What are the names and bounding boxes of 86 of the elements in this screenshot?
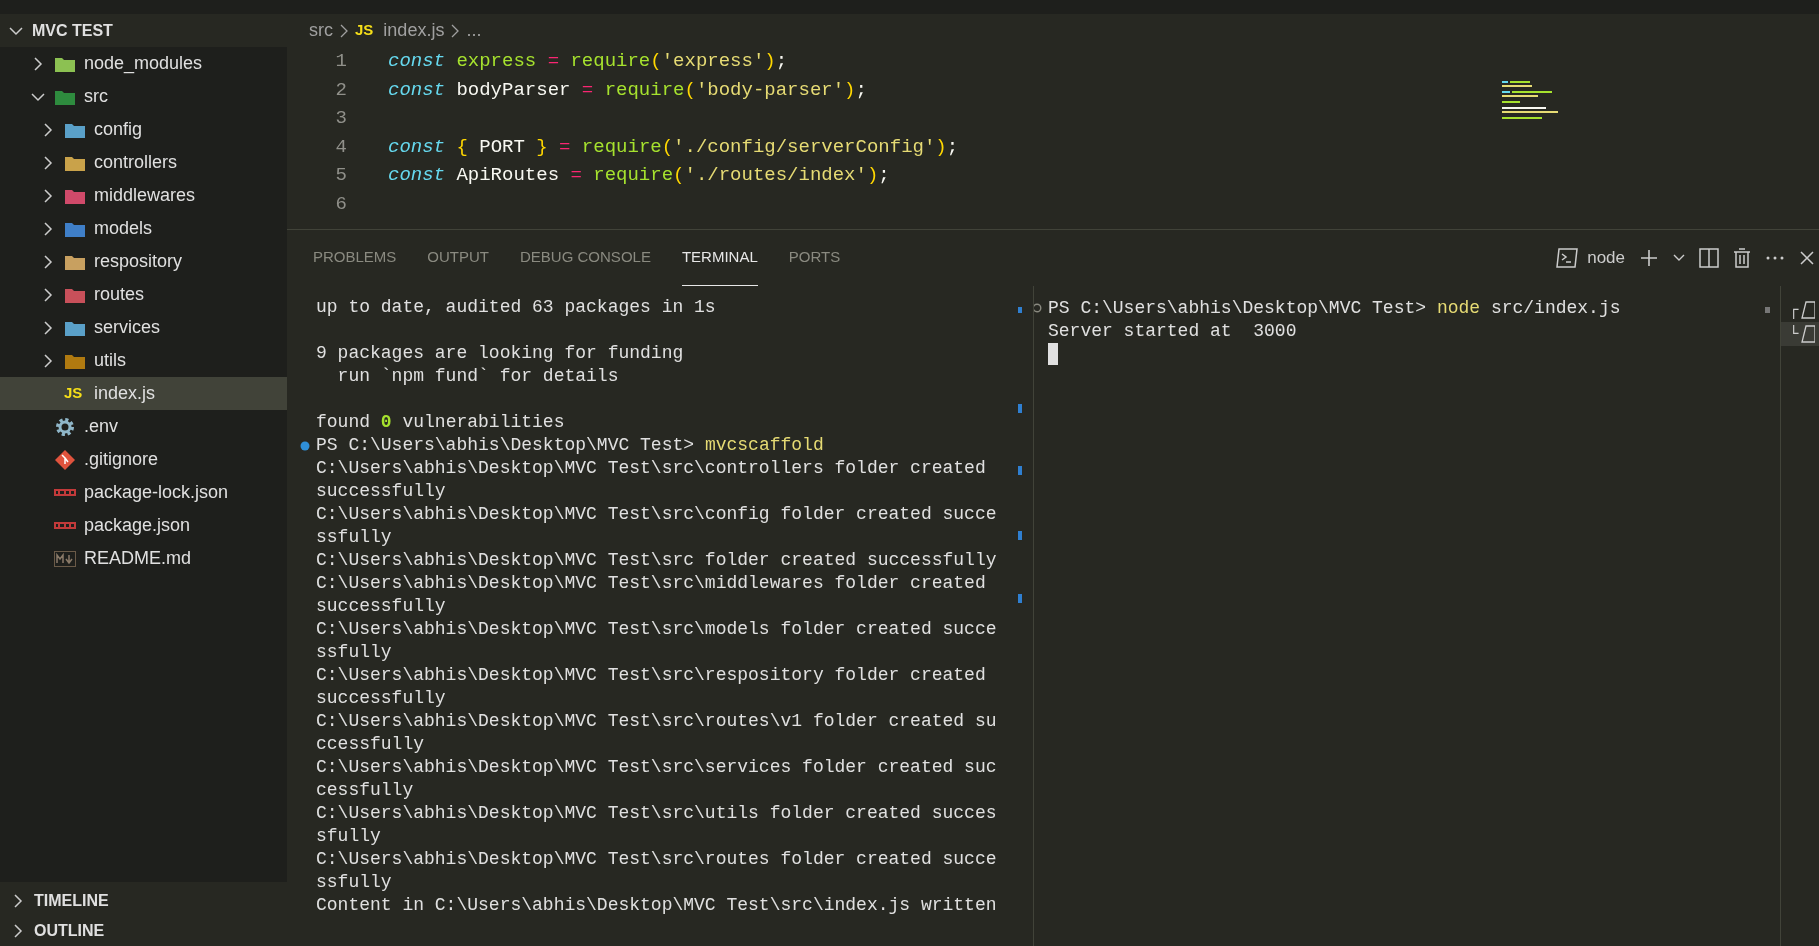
section-header[interactable]: OUTLINE: [0, 916, 287, 946]
explorer-title: MVC TEST: [32, 20, 113, 41]
tree-item[interactable]: services: [0, 311, 287, 344]
tree-item[interactable]: src: [0, 80, 287, 113]
terminal-line: ccessfully: [316, 733, 425, 756]
terminal-line: ssfully: [316, 526, 392, 549]
code-line: const express = require('express');: [388, 49, 788, 74]
breadcrumb-item[interactable]: src: [309, 17, 333, 44]
terminal-line: ssfully: [316, 641, 392, 664]
line-number: 1: [334, 49, 347, 74]
item-label: .env: [84, 415, 119, 438]
tree-item[interactable]: models: [0, 212, 287, 245]
panel-tab[interactable]: DEBUG CONSOLE: [520, 230, 651, 286]
tree-item[interactable]: config: [0, 113, 287, 146]
item-label: middlewares: [94, 184, 196, 207]
item-label: respository: [94, 250, 183, 273]
terminal-line: C:\Users\abhis\Desktop\MVC Test\src\services folder created suc: [316, 756, 997, 779]
terminal-line: found 0 vulnerabilities: [316, 411, 565, 434]
terminal-line: Server started at 3000: [1048, 319, 1297, 343]
terminal-line: C:\Users\abhis\Desktop\MVC Test\src\respository folder created: [316, 664, 986, 687]
tree-item[interactable]: controllers: [0, 146, 287, 179]
terminal-line: successfully: [316, 687, 446, 710]
terminal-line: ssfully: [316, 871, 392, 894]
terminal-line: C:\Users\abhis\Desktop\MVC Test\src\routes\v1 folder created su: [316, 710, 997, 733]
tree-item[interactable]: JS index.js: [0, 377, 287, 410]
item-label: models: [94, 217, 153, 240]
tree-item[interactable]: package-lock.json: [0, 476, 287, 509]
terminal-line: Content in C:\Users\abhis\Desktop\MVC Test\src\index.js written: [316, 894, 997, 917]
terminal-list-item[interactable]: ┌: [1781, 298, 1819, 322]
item-label: config: [94, 118, 143, 141]
line-number: 4: [334, 134, 347, 160]
terminal-line: run `npm fund` for details: [336, 365, 619, 388]
js-label: JS: [355, 20, 374, 41]
terminal-line: C:\Users\abhis\Desktop\MVC Test\src\config folder created succe: [316, 503, 997, 526]
terminal-line: C:\Users\abhis\Desktop\MVC Test\src\utils folder created succes: [316, 802, 997, 825]
terminal-name[interactable]: node: [1587, 245, 1625, 271]
terminal-line: C:\Users\abhis\Desktop\MVC Test\src\controllers folder created: [316, 457, 986, 480]
panel-tab[interactable]: PORTS: [788, 230, 841, 286]
line-number: 3: [334, 106, 347, 131]
item-label: .gitignore: [84, 448, 159, 471]
tree-item[interactable]: package.json: [0, 509, 287, 542]
item-label: package-lock.json: [84, 481, 229, 504]
item-label: README.md: [84, 547, 191, 570]
item-label: utils: [94, 349, 126, 372]
item-label: src: [84, 85, 108, 108]
panel-tab[interactable]: TERMINAL: [681, 230, 758, 286]
terminal-line: 9 packages are looking for funding: [316, 342, 684, 365]
terminal-line: successfully: [316, 480, 446, 503]
explorer-header[interactable]: MVC TEST: [0, 14, 287, 47]
tree-item[interactable]: routes: [0, 278, 287, 311]
terminal-line: up to date, audited 63 packages in 1s: [316, 296, 716, 319]
terminal-line: successfully: [316, 595, 446, 618]
terminal-line: PS C:\Users\abhis\Desktop\MVC Test> mvcscaffold: [316, 434, 824, 457]
tree-item[interactable]: README.md: [0, 542, 287, 575]
item-label: index.js: [94, 382, 156, 405]
terminal-line: C:\Users\abhis\Desktop\MVC Test\src\middlewares folder created: [316, 572, 986, 595]
code-line: const { PORT } = require('./config/serverConfig');: [388, 134, 959, 160]
tree-item[interactable]: .env: [0, 410, 287, 443]
code-line: const ApiRoutes = require('./routes/index');: [388, 163, 890, 188]
code-line: const bodyParser = require('body-parser');: [388, 77, 867, 103]
line-number: 5: [334, 163, 347, 188]
item-label: routes: [94, 283, 145, 306]
item-label: node_modules: [84, 52, 203, 76]
breadcrumb-item[interactable]: index.js: [383, 17, 445, 44]
tree-item[interactable]: respository: [0, 245, 287, 278]
terminal-line: C:\Users\abhis\Desktop\MVC Test\src\models folder created succe: [316, 618, 997, 641]
terminal-line: C:\Users\abhis\Desktop\MVC Test\src\routes folder created succe: [316, 848, 997, 871]
line-number: 2: [334, 77, 347, 103]
panel-tab[interactable]: OUTPUT: [427, 230, 490, 286]
tree-item[interactable]: middlewares: [0, 179, 287, 212]
js-label: JS: [64, 383, 84, 404]
tree-item[interactable]: .gitignore: [0, 443, 287, 476]
terminal-line: PS C:\Users\abhis\Desktop\MVC Test> node src/index.js: [1048, 296, 1621, 320]
panel-tab[interactable]: PROBLEMS: [313, 230, 397, 286]
terminal-line: C:\Users\abhis\Desktop\MVC Test\src folder created successfully: [316, 549, 997, 572]
line-number: 6: [334, 191, 347, 217]
tree-item[interactable]: node_modules: [0, 47, 287, 80]
item-label: controllers: [94, 151, 178, 174]
terminal-list-item[interactable]: └: [1781, 322, 1819, 346]
terminal-line: sfully: [316, 825, 381, 848]
tree-item[interactable]: utils: [0, 344, 287, 377]
item-label: package.json: [84, 514, 191, 537]
terminal-line: cessfully: [316, 779, 414, 802]
item-label: services: [94, 316, 160, 339]
breadcrumb-item[interactable]: ...: [466, 17, 482, 44]
section-header[interactable]: TIMELINE: [0, 886, 287, 916]
